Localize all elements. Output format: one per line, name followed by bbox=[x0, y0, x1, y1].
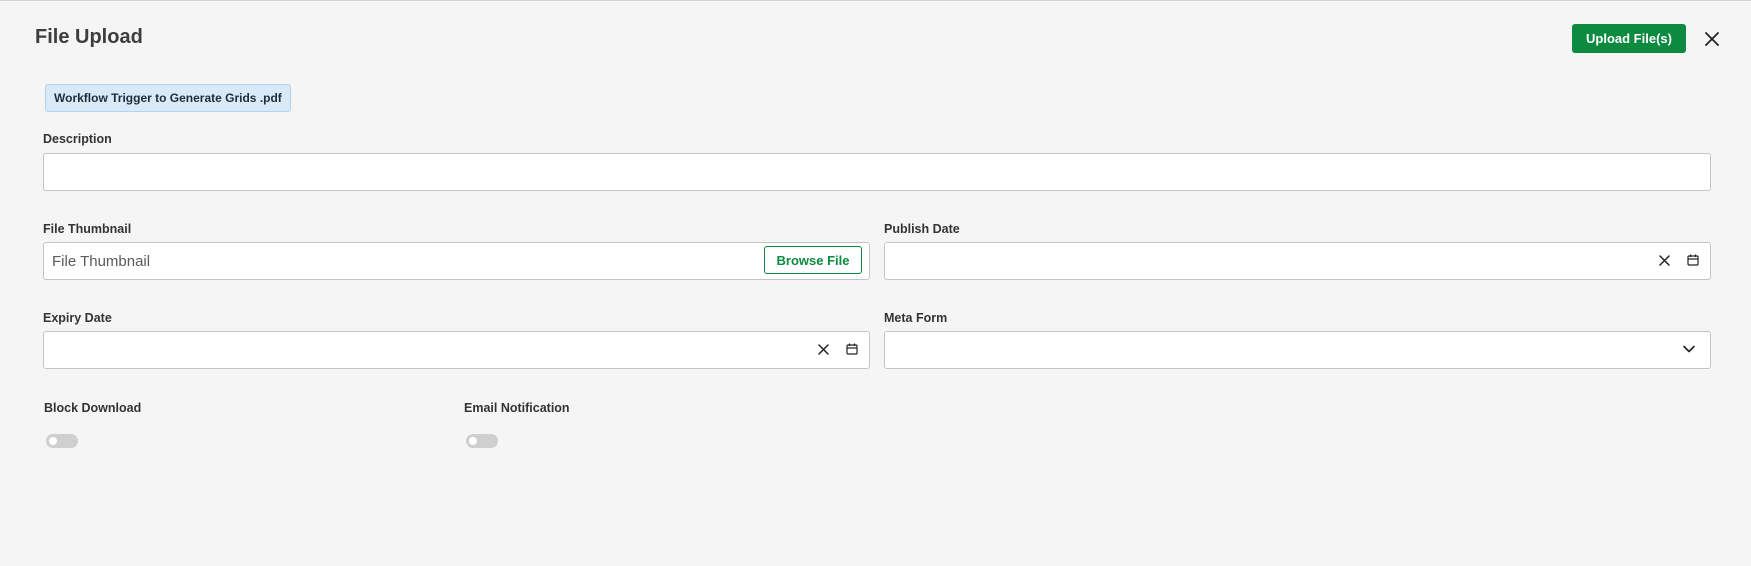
description-label: Description bbox=[43, 132, 112, 146]
toggle-knob bbox=[469, 437, 477, 445]
modal-title: File Upload bbox=[35, 26, 143, 48]
attached-file-chip: Workflow Trigger to Generate Grids .pdf bbox=[45, 84, 291, 112]
calendar-icon bbox=[1687, 254, 1699, 266]
email-notification-toggle[interactable] bbox=[466, 434, 498, 448]
publish-date-field[interactable] bbox=[884, 242, 1711, 280]
file-thumbnail-input[interactable] bbox=[52, 243, 752, 279]
block-download-toggle[interactable] bbox=[46, 434, 78, 448]
top-divider bbox=[0, 0, 1751, 1]
meta-form-select[interactable] bbox=[884, 331, 1711, 369]
email-notification-label: Email Notification bbox=[464, 401, 570, 415]
publish-date-calendar-button[interactable] bbox=[1684, 251, 1702, 269]
close-icon bbox=[817, 343, 829, 355]
description-input[interactable] bbox=[52, 154, 1702, 190]
file-thumbnail-label: File Thumbnail bbox=[43, 222, 132, 236]
expiry-date-label: Expiry Date bbox=[43, 311, 112, 325]
expiry-date-clear-button[interactable] bbox=[814, 340, 832, 358]
calendar-icon bbox=[846, 343, 858, 355]
close-icon bbox=[1658, 254, 1670, 266]
meta-form-label: Meta Form bbox=[884, 311, 948, 325]
close-icon bbox=[1705, 32, 1719, 46]
toggle-knob bbox=[49, 437, 57, 445]
publish-date-clear-button[interactable] bbox=[1655, 251, 1673, 269]
file-thumbnail-field[interactable]: Browse File bbox=[43, 242, 870, 280]
publish-date-label: Publish Date bbox=[884, 222, 960, 236]
description-field[interactable] bbox=[43, 153, 1711, 191]
expiry-date-input[interactable] bbox=[52, 332, 812, 368]
expiry-date-field[interactable] bbox=[43, 331, 870, 369]
upload-files-button[interactable]: Upload File(s) bbox=[1572, 24, 1686, 53]
browse-file-button[interactable]: Browse File bbox=[764, 246, 862, 274]
close-button[interactable] bbox=[1700, 27, 1724, 51]
publish-date-input[interactable] bbox=[893, 243, 1653, 279]
expiry-date-calendar-button[interactable] bbox=[843, 340, 861, 358]
meta-form-dropdown-toggle[interactable] bbox=[1680, 340, 1698, 358]
chevron-down-icon bbox=[1683, 345, 1695, 353]
block-download-label: Block Download bbox=[44, 401, 142, 415]
